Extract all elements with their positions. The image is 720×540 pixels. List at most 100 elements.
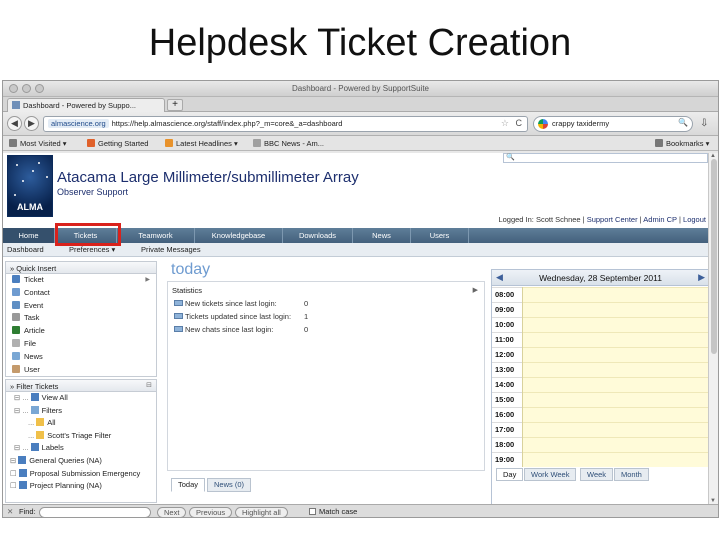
hour-divider	[492, 422, 522, 423]
filter-tickets-panel: » Filter Tickets ⊟ ⊟ ... View All ⊟ ... Filt…	[5, 379, 157, 503]
new-tab-button[interactable]: +	[167, 99, 183, 111]
filter-tree-item[interactable]: ⊟ General Queries (NA)	[6, 455, 156, 468]
hour-label: 13:00	[495, 365, 515, 374]
window-titlebar: Dashboard - Powered by SupportSuite	[3, 81, 718, 97]
find-input[interactable]	[39, 507, 151, 517]
quick-insert-item-article[interactable]: Article	[6, 325, 156, 338]
next-day-icon[interactable]: ▶	[698, 272, 705, 283]
today-heading: today	[171, 261, 211, 278]
hour-label: 18:00	[495, 440, 515, 449]
quick-insert-list: Ticket ▶ Contact Event Task Article File News Us…	[6, 274, 156, 376]
left-sidebar: » Quick Insert Ticket ▶ Contact Event Task Ar…	[5, 261, 157, 503]
logo-text: ALMA	[17, 202, 43, 212]
tickets-highlight-box	[55, 223, 121, 246]
find-next-button[interactable]: Next	[157, 507, 187, 517]
quick-insert-item-news[interactable]: News	[6, 351, 156, 364]
scrollbar-thumb[interactable]	[711, 159, 717, 354]
logout-link[interactable]: Logout	[683, 215, 706, 224]
find-label: Find:	[19, 507, 36, 516]
back-button[interactable]: ◀	[7, 116, 22, 131]
web-search-input[interactable]: crappy taxidermy 🔍	[533, 116, 693, 132]
calendar-tab-month[interactable]: Month	[614, 468, 649, 481]
quick-insert-header[interactable]: » Quick Insert	[6, 262, 156, 274]
filter-tree-item[interactable]: ⊟ ... Filters	[6, 405, 156, 418]
quick-insert-item-user[interactable]: User	[6, 364, 156, 377]
highlight-all-button[interactable]: Highlight all	[235, 507, 288, 517]
alma-logo[interactable]: ALMA	[7, 155, 53, 217]
match-case-checkbox[interactable]: Match case	[309, 507, 357, 516]
nav-home[interactable]: Home	[3, 228, 55, 243]
folder-icon	[18, 481, 27, 490]
subnav-preferences[interactable]: Preferences ▾	[69, 245, 115, 254]
calendar-tab-week[interactable]: Week	[580, 468, 614, 481]
stat-row-updated-tickets[interactable]: Tickets updated since last login:	[174, 312, 291, 321]
tree-connector: ⊟	[10, 455, 17, 465]
vertical-scrollbar[interactable]: ▲ ▼	[708, 153, 718, 504]
filter-tree-item[interactable]: ☐ Project Planning (NA)	[6, 480, 156, 493]
hour-divider	[492, 392, 522, 393]
hour-label: 09:00	[495, 305, 515, 314]
bookmark-star-icon[interactable]: ☆	[501, 118, 509, 129]
filter-tree-item[interactable]: ☐ Proposal Submission Emergency	[6, 468, 156, 481]
bookmark-getting-started[interactable]: Getting Started	[87, 139, 148, 148]
filter-tree-item[interactable]: ⊟ ... Labels	[6, 442, 156, 455]
forward-button[interactable]: ▶	[24, 116, 39, 131]
tree-connector: ☐	[10, 468, 17, 478]
day-column[interactable]	[522, 287, 710, 467]
bookmark-most-visited[interactable]: Most Visited ▾	[9, 139, 67, 148]
hour-label: 14:00	[495, 380, 515, 389]
calendar-tab-day[interactable]: Day	[496, 468, 524, 481]
address-bar[interactable]: almascience.org https://help.almascience.…	[43, 116, 528, 132]
nav-downloads[interactable]: Downloads	[283, 228, 353, 243]
folder-icon	[30, 393, 39, 401]
organization-subtitle: Observer Support	[57, 187, 129, 197]
site-search-input[interactable]: 🔍	[503, 153, 708, 163]
tab-news[interactable]: News (0)	[207, 478, 252, 492]
support-center-link[interactable]: Support Center	[587, 215, 638, 224]
expand-arrow-icon[interactable]: ▶	[473, 286, 478, 294]
filter-tickets-header[interactable]: » Filter Tickets ⊟	[6, 380, 156, 392]
quick-insert-item-task[interactable]: Task	[6, 312, 156, 325]
close-find-icon[interactable]: ✕	[7, 507, 13, 516]
hour-divider	[492, 287, 522, 288]
nav-news[interactable]: News	[353, 228, 411, 243]
quick-insert-item-event[interactable]: Event	[6, 300, 156, 313]
bookmark-latest-headlines[interactable]: Latest Headlines ▾	[165, 139, 238, 148]
browser-tab-dashboard[interactable]: Dashboard - Powered by Suppo...	[7, 98, 165, 112]
subnav-dashboard[interactable]: Dashboard	[7, 245, 44, 254]
nav-teamwork[interactable]: Teamwork	[117, 228, 195, 243]
navigation-toolbar: ◀ ▶ almascience.org https://help.almascie…	[3, 112, 718, 136]
bookmark-bbc-news[interactable]: BBC News - Am...	[253, 139, 324, 148]
filter-tree-item[interactable]: ... Scott's Triage Filter	[6, 430, 156, 443]
admin-cp-link[interactable]: Admin CP	[643, 215, 677, 224]
time-slot	[523, 287, 710, 288]
time-slot	[523, 377, 710, 378]
subnav-private-messages[interactable]: Private Messages	[141, 245, 201, 254]
stat-row-new-chats[interactable]: New chats since last login:	[174, 325, 273, 334]
collapse-icon[interactable]: ⊟	[146, 381, 152, 389]
downloads-icon[interactable]: ⇩	[700, 118, 708, 129]
filter-tree-item[interactable]: ... All	[6, 417, 156, 430]
event-icon	[12, 300, 20, 309]
quick-insert-item-contact[interactable]: Contact	[6, 287, 156, 300]
find-previous-button[interactable]: Previous	[189, 507, 233, 517]
reload-icon[interactable]: C	[516, 118, 523, 128]
stat-row-new-tickets[interactable]: New tickets since last login:	[174, 299, 277, 308]
filter-tickets-tree: ⊟ ... View All ⊟ ... Filters... All... Scott'…	[6, 392, 156, 493]
quick-insert-panel: » Quick Insert Ticket ▶ Contact Event Task Ar…	[5, 261, 157, 377]
quick-insert-item-ticket[interactable]: Ticket ▶	[6, 274, 156, 287]
bookmarks-menu[interactable]: Bookmarks ▾	[655, 139, 709, 148]
hour-label: 08:00	[495, 290, 515, 299]
filter-tree-item[interactable]: ⊟ ... View All	[6, 392, 156, 405]
search-icon[interactable]: 🔍	[678, 118, 688, 127]
login-status: Logged In: Scott Schnee | Support Center…	[498, 215, 706, 224]
news-icon	[12, 351, 20, 360]
nav-users[interactable]: Users	[411, 228, 469, 243]
nav-knowledgebase[interactable]: Knowledgebase	[195, 228, 283, 243]
web-search-text: crappy taxidermy	[552, 119, 610, 128]
stat-value-new-chats: 0	[304, 325, 309, 334]
quick-insert-item-file[interactable]: File	[6, 338, 156, 351]
tab-today[interactable]: Today	[171, 478, 206, 492]
chat-icon	[174, 326, 183, 332]
calendar-tab-work-week[interactable]: Work Week	[524, 468, 577, 481]
